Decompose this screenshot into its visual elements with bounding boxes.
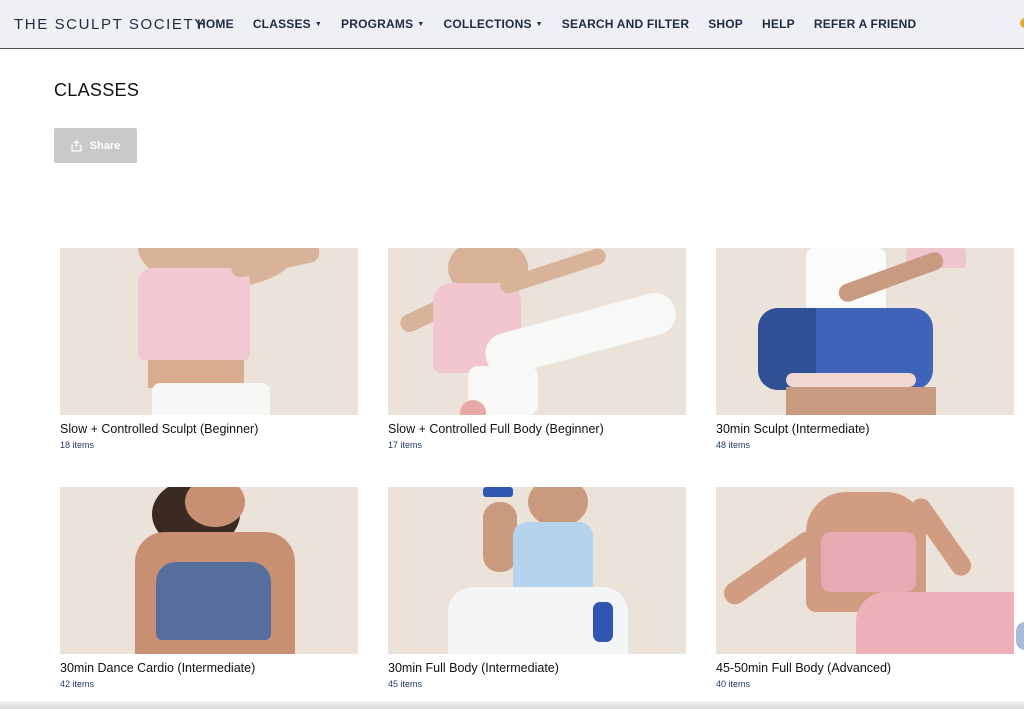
card-item-count: 42 items <box>60 679 95 689</box>
card-item-count: 45 items <box>388 679 423 689</box>
account-icon[interactable] <box>1020 18 1024 28</box>
card-title[interactable]: 30min Sculpt (Intermediate) <box>716 422 1014 436</box>
nav-label: HOME <box>197 17 234 31</box>
card-item-count: 40 items <box>716 679 751 689</box>
brand-logo[interactable]: THE SCULPT SOCIETY <box>14 16 206 33</box>
nav-shop[interactable]: SHOP <box>708 17 743 31</box>
nav-classes[interactable]: CLASSES ▼ <box>253 17 322 31</box>
card-title[interactable]: Slow + Controlled Sculpt (Beginner) <box>60 422 358 436</box>
chevron-down-icon: ▼ <box>417 21 425 28</box>
card-thumbnail[interactable] <box>388 487 686 654</box>
nav-search-and-filter[interactable]: SEARCH AND FILTER <box>562 17 689 31</box>
chevron-down-icon: ▼ <box>314 21 323 28</box>
share-icon <box>71 139 82 152</box>
figure-legs <box>786 387 936 415</box>
card-title[interactable]: 30min Dance Cardio (Intermediate) <box>60 661 358 675</box>
figure-pants <box>152 383 270 415</box>
top-navigation-bar: THE SCULPT SOCIETY HOME CLASSES ▼ PROGRAM… <box>0 0 1024 49</box>
class-collection-card[interactable]: 45-50min Full Body (Advanced) 40 items <box>716 487 1014 689</box>
card-item-count: 17 items <box>388 440 423 450</box>
card-thumbnail[interactable] <box>716 248 1014 415</box>
figure-leggings <box>856 592 1014 654</box>
nav-label: COLLECTIONS <box>443 17 532 31</box>
card-thumbnail[interactable] <box>60 487 358 654</box>
card-thumbnail[interactable] <box>60 248 358 415</box>
card-title[interactable]: Slow + Controlled Full Body (Beginner) <box>388 422 686 436</box>
class-collection-card[interactable]: 30min Sculpt (Intermediate) 48 items <box>716 248 1014 450</box>
nav-refer-a-friend[interactable]: REFER A FRIEND <box>814 17 917 31</box>
main-nav: HOME CLASSES ▼ PROGRAMS ▼ COLLECTIONS ▼ SEA… <box>197 17 935 31</box>
figure-face <box>528 487 588 527</box>
nav-label: PROGRAMS <box>341 17 414 31</box>
chevron-down-icon: ▼ <box>535 21 543 28</box>
card-thumbnail[interactable] <box>716 487 1014 654</box>
figure-arm <box>483 502 517 572</box>
class-collection-card[interactable]: 30min Full Body (Intermediate) 45 items <box>388 487 686 689</box>
figure-top <box>138 268 250 360</box>
class-collection-card[interactable]: Slow + Controlled Sculpt (Beginner) 18 i… <box>60 248 358 450</box>
nav-label: HELP <box>762 17 795 31</box>
figure-top <box>156 562 271 640</box>
figure-top <box>821 532 916 592</box>
figure-resistance-band <box>786 373 916 387</box>
window-bottom-edge <box>0 701 1024 709</box>
nav-label: SHOP <box>708 17 744 31</box>
chat-widget-button[interactable] <box>1016 622 1024 650</box>
share-label: Share <box>89 139 121 152</box>
share-button[interactable]: Share <box>54 128 137 163</box>
nav-label: CLASSES <box>252 17 311 31</box>
card-item-count: 48 items <box>716 440 751 450</box>
figure-dumbbell <box>593 602 613 642</box>
figure-top <box>513 522 593 597</box>
class-collection-card[interactable]: Slow + Controlled Full Body (Beginner) 1… <box>388 248 686 450</box>
nav-collections[interactable]: COLLECTIONS ▼ <box>443 17 542 31</box>
nav-help[interactable]: HELP <box>762 17 795 31</box>
nav-programs[interactable]: PROGRAMS ▼ <box>341 17 424 31</box>
card-title[interactable]: 30min Full Body (Intermediate) <box>388 661 686 675</box>
card-item-count: 18 items <box>60 440 95 450</box>
nav-home[interactable]: HOME <box>197 17 234 31</box>
class-collection-card[interactable]: 30min Dance Cardio (Intermediate) 42 ite… <box>60 487 358 689</box>
card-title[interactable]: 45-50min Full Body (Advanced) <box>716 661 1014 675</box>
page-title: CLASSES <box>54 80 140 100</box>
nav-label: SEARCH AND FILTER <box>561 17 690 31</box>
nav-label: REFER A FRIEND <box>813 17 917 31</box>
figure-dumbbell <box>483 487 513 497</box>
card-thumbnail[interactable] <box>388 248 686 415</box>
